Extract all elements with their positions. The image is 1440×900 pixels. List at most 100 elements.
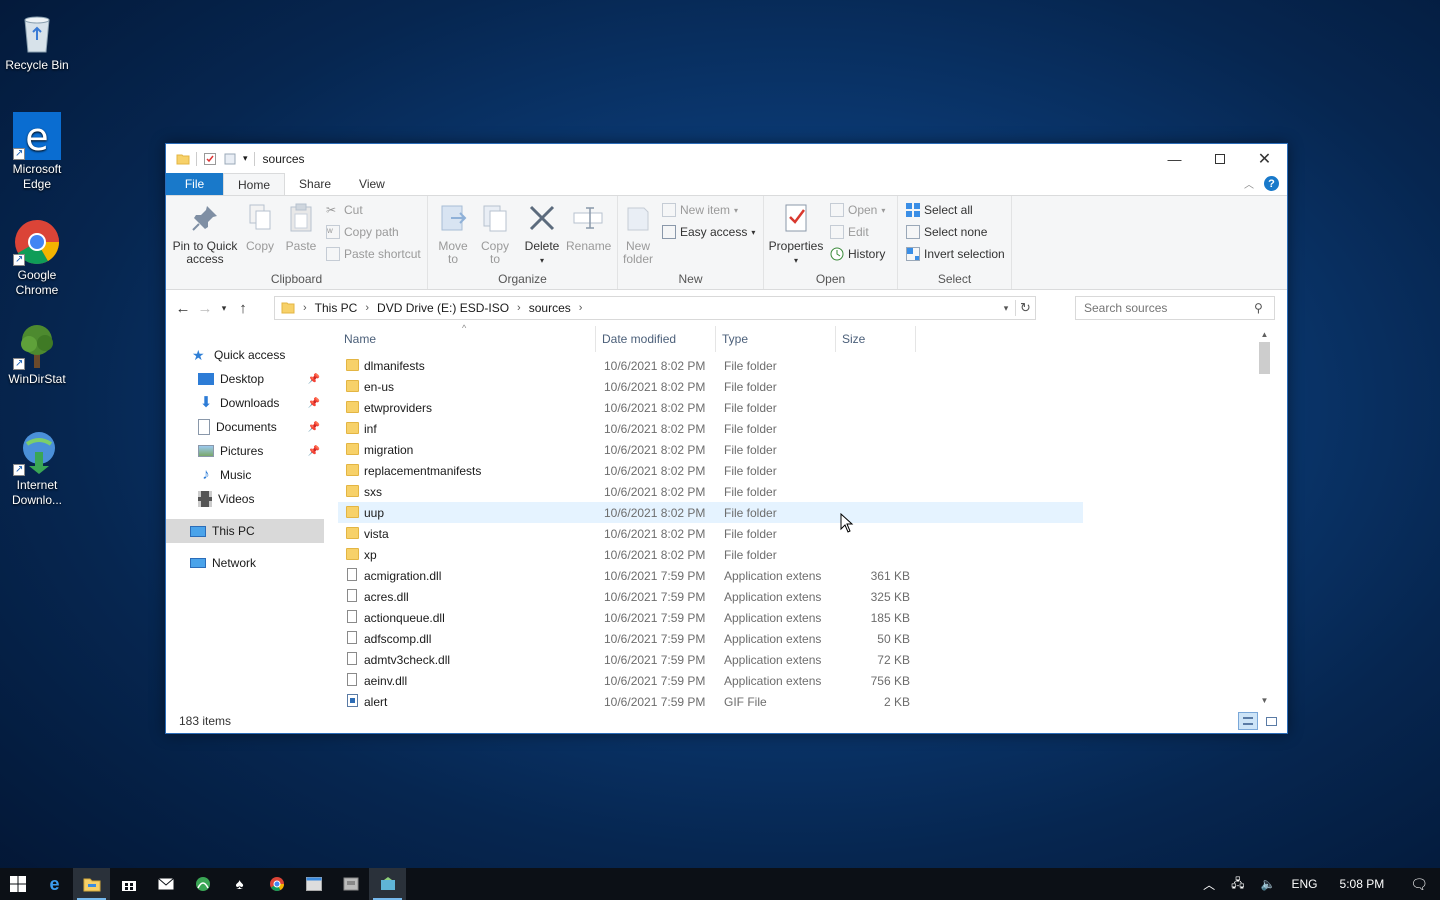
rename-button[interactable]: Rename	[566, 202, 611, 253]
search-input[interactable]	[1084, 301, 1254, 315]
scrollbar-thumb[interactable]	[1259, 342, 1270, 374]
column-header-size[interactable]: Size	[836, 326, 916, 352]
table-row[interactable]: dlmanifests 10/6/2021 8:02 PM File folder	[338, 355, 1083, 376]
column-header-type[interactable]: Type	[716, 326, 836, 352]
clock[interactable]: 5:08 PM	[1326, 877, 1399, 891]
column-header-date[interactable]: Date modified	[596, 326, 716, 352]
invert-selection-button[interactable]: Invert selection	[906, 247, 1005, 261]
tab-home[interactable]: Home	[223, 173, 286, 195]
taskbar-solitaire[interactable]: ♠	[221, 868, 258, 900]
taskbar-mail[interactable]	[147, 868, 184, 900]
nav-desktop[interactable]: Desktop 📌	[166, 367, 324, 391]
table-row[interactable]: sxs 10/6/2021 8:02 PM File folder	[338, 481, 1083, 502]
desktop-icon-google-chrome[interactable]: Google Chrome	[4, 218, 70, 298]
breadcrumb-separator-icon[interactable]: ›	[365, 302, 369, 314]
action-center-icon[interactable]: 🗨	[1398, 876, 1440, 893]
network-status-icon[interactable]: 🖧	[1223, 874, 1252, 895]
refresh-icon[interactable]: ↻	[1015, 300, 1035, 316]
pin-icon[interactable]: 📌	[308, 422, 320, 433]
paste-shortcut-button[interactable]: Paste shortcut	[326, 247, 421, 261]
table-row[interactable]: uup 10/6/2021 8:02 PM File folder	[338, 502, 1083, 523]
table-row[interactable]: acmigration.dll 10/6/2021 7:59 PM Applicat…	[338, 565, 1083, 586]
scroll-down-icon[interactable]: ▼	[1256, 692, 1273, 709]
show-hidden-icons-chevron-icon[interactable]: ︿	[1195, 876, 1223, 893]
nav-documents[interactable]: Documents 📌	[166, 415, 324, 439]
table-row[interactable]: admtv3check.dll 10/6/2021 7:59 PM Applicat…	[338, 649, 1083, 670]
tab-file[interactable]: File	[166, 173, 223, 195]
table-row[interactable]: xp 10/6/2021 8:02 PM File folder	[338, 544, 1083, 565]
taskbar-edge[interactable]: e	[36, 868, 73, 900]
cut-button[interactable]: ✂ Cut	[326, 203, 363, 217]
tab-view[interactable]: View	[345, 173, 399, 195]
select-all-button[interactable]: Select all	[906, 203, 973, 217]
large-icons-view-icon[interactable]	[1261, 712, 1281, 730]
nav-music[interactable]: ♪ Music	[166, 463, 324, 487]
address-history-chevron-icon[interactable]: ▾	[997, 303, 1015, 314]
new-folder-button[interactable]: New folder	[618, 202, 658, 266]
taskbar-disk-app[interactable]	[332, 868, 369, 900]
breadcrumb-separator-icon[interactable]: ›	[579, 302, 583, 314]
taskbar-file-explorer[interactable]	[73, 868, 110, 900]
breadcrumb-dvd-drive[interactable]: DVD Drive (E:) ESD-ISO	[377, 301, 509, 315]
delete-button[interactable]: Delete ▾	[522, 202, 562, 267]
nav-pictures[interactable]: Pictures 📌	[166, 439, 324, 463]
copy-to-button[interactable]: Copy to	[476, 202, 514, 266]
paste-button[interactable]: Paste	[282, 202, 320, 253]
desktop-icon-microsoft-edge[interactable]: e Microsoft Edge	[4, 112, 70, 192]
breadcrumb-separator-icon[interactable]: ›	[517, 302, 521, 314]
vertical-scrollbar[interactable]: ▲ ▼	[1256, 326, 1273, 709]
search-icon[interactable]: ⚲	[1254, 301, 1263, 315]
start-button[interactable]	[0, 868, 36, 900]
new-item-button[interactable]: New item ▾	[662, 203, 738, 217]
properties-qat-icon[interactable]	[203, 152, 217, 166]
easy-access-button[interactable]: Easy access ▾	[662, 225, 755, 239]
table-row[interactable]: adfscomp.dll 10/6/2021 7:59 PM Application…	[338, 628, 1083, 649]
nav-videos[interactable]: Videos	[166, 487, 324, 511]
search-box[interactable]: ⚲	[1075, 296, 1275, 320]
copy-button[interactable]: Copy	[242, 202, 278, 253]
move-to-button[interactable]: Move to	[434, 202, 472, 266]
help-icon[interactable]: ?	[1264, 176, 1279, 191]
history-button[interactable]: History	[830, 247, 885, 261]
breadcrumb-this-pc[interactable]: This PC	[315, 301, 358, 315]
taskbar-window-app[interactable]	[295, 868, 332, 900]
edit-button[interactable]: Edit	[830, 225, 869, 239]
minimize-button[interactable]: —	[1152, 144, 1197, 173]
back-arrow-icon[interactable]: ←	[172, 300, 194, 317]
table-row[interactable]: etwproviders 10/6/2021 8:02 PM File folder	[338, 397, 1083, 418]
table-row[interactable]: acres.dll 10/6/2021 7:59 PM Application ex…	[338, 586, 1083, 607]
maximize-button[interactable]	[1197, 144, 1242, 173]
table-row[interactable]: inf 10/6/2021 8:02 PM File folder	[338, 418, 1083, 439]
desktop-icon-internet-download-manager[interactable]: Internet Downlo...	[4, 428, 70, 508]
taskbar-setup-app[interactable]	[369, 868, 406, 900]
forward-arrow-icon[interactable]: →	[194, 300, 216, 317]
close-button[interactable]: ✕	[1242, 144, 1287, 173]
column-header-name[interactable]: Name ^	[338, 323, 596, 352]
open-button[interactable]: Open ▾	[830, 203, 885, 217]
new-folder-qat-icon[interactable]	[223, 152, 237, 166]
nav-downloads[interactable]: ⬇ Downloads 📌	[166, 391, 324, 415]
desktop-icon-recycle-bin[interactable]: Recycle Bin	[4, 8, 70, 73]
table-row[interactable]: aeinv.dll 10/6/2021 7:59 PM Application ex…	[338, 670, 1083, 691]
pin-icon[interactable]: 📌	[308, 374, 320, 385]
table-row[interactable]: en-us 10/6/2021 8:02 PM File folder	[338, 376, 1083, 397]
nav-network[interactable]: Network	[166, 551, 324, 575]
collapse-ribbon-chevron-icon[interactable]: ︿	[1244, 176, 1254, 191]
copy-path-button[interactable]: w Copy path	[326, 225, 399, 239]
scroll-up-icon[interactable]: ▲	[1256, 326, 1273, 343]
taskbar-store[interactable]	[110, 868, 147, 900]
table-row[interactable]: actionqueue.dll 10/6/2021 7:59 PM Applicat…	[338, 607, 1083, 628]
tab-share[interactable]: Share	[285, 173, 345, 195]
taskbar-app-green[interactable]	[184, 868, 221, 900]
customize-qat-chevron-icon[interactable]: ▾	[243, 153, 248, 164]
input-language[interactable]: ENG	[1284, 877, 1326, 891]
pin-to-quick-access-button[interactable]: Pin to Quick access	[170, 202, 240, 266]
taskbar-chrome[interactable]	[258, 868, 295, 900]
properties-button[interactable]: Properties ▾	[768, 202, 824, 267]
breadcrumb-sources[interactable]: sources	[529, 301, 571, 315]
pin-icon[interactable]: 📌	[308, 398, 320, 409]
up-arrow-icon[interactable]: ↑	[232, 300, 254, 317]
nav-this-pc[interactable]: This PC	[166, 519, 324, 543]
desktop-icon-windirstat[interactable]: WinDirStat	[4, 322, 70, 387]
recent-locations-chevron-icon[interactable]: ▾	[216, 303, 232, 314]
